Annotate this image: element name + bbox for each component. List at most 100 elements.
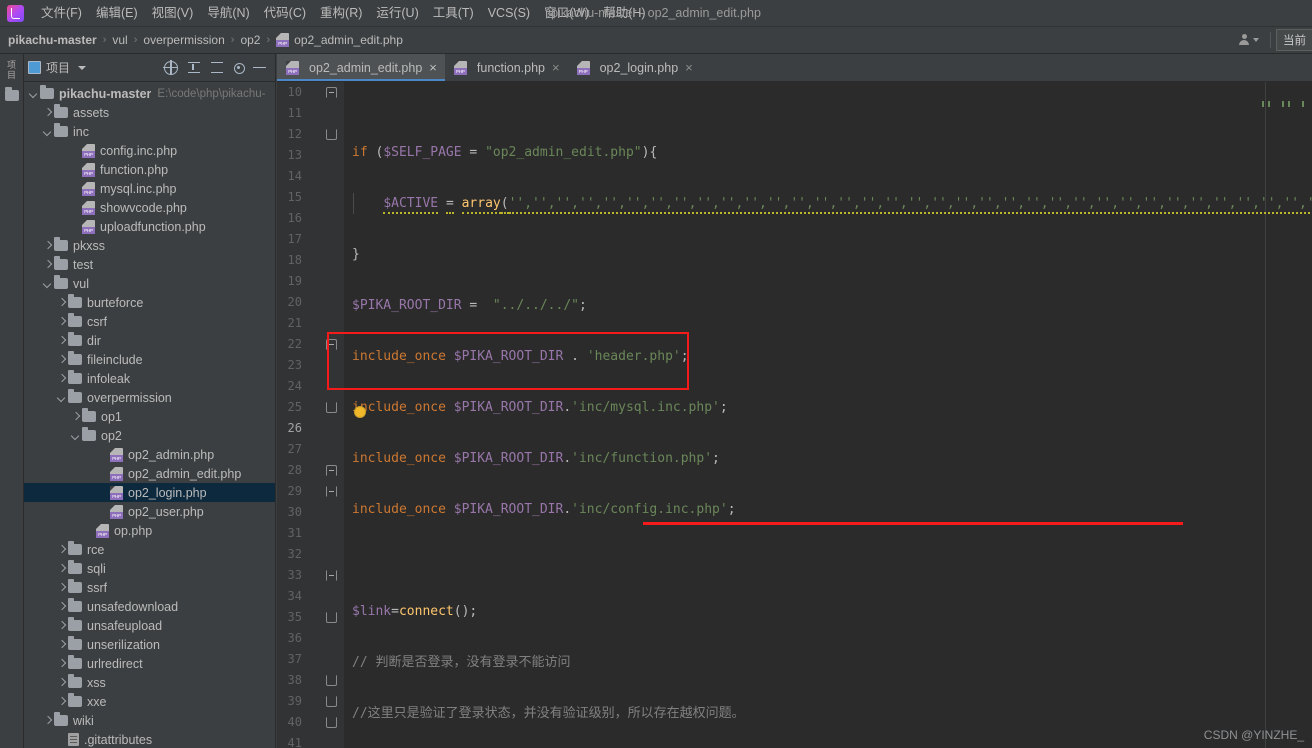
- tree-node[interactable]: config.inc.php: [24, 141, 275, 160]
- menu-edit[interactable]: 编辑(E): [89, 2, 145, 24]
- tree-node[interactable]: uploadfunction.php: [24, 217, 275, 236]
- menu-view[interactable]: 视图(V): [145, 2, 201, 24]
- tree-node[interactable]: unsafedownload: [24, 597, 275, 616]
- chevron-right-icon[interactable]: [56, 354, 67, 365]
- code-text[interactable]: if ($SELF_PAGE = "op2_admin_edit.php"){ …: [344, 82, 1312, 748]
- chevron-right-icon[interactable]: [56, 620, 67, 631]
- tree-node[interactable]: vul: [24, 274, 275, 293]
- collapse-all-icon[interactable]: [210, 61, 224, 75]
- expand-all-icon[interactable]: [187, 61, 201, 75]
- tree-node[interactable]: sqli: [24, 559, 275, 578]
- breadcrumb-item-project[interactable]: pikachu-master: [0, 31, 101, 49]
- tree-node[interactable]: op2_login.php: [24, 483, 275, 502]
- editor-tab[interactable]: function.php ×: [445, 54, 568, 81]
- menu-tools[interactable]: 工具(T): [426, 2, 481, 24]
- menu-run[interactable]: 运行(U): [369, 2, 425, 24]
- tree-node[interactable]: showvcode.php: [24, 198, 275, 217]
- menu-navigate[interactable]: 导航(N): [200, 2, 256, 24]
- breadcrumb-item-file[interactable]: op2_admin_edit.php: [272, 31, 407, 49]
- chevron-right-icon[interactable]: [42, 259, 53, 270]
- chevron-right-icon[interactable]: [56, 601, 67, 612]
- user-menu-button[interactable]: [1232, 32, 1265, 48]
- chevron-right-icon[interactable]: [56, 639, 67, 650]
- chevron-right-icon[interactable]: [42, 240, 53, 251]
- tool-window-button-project[interactable]: 项目: [5, 60, 18, 80]
- tree-node[interactable]: unsafeupload: [24, 616, 275, 635]
- chevron-right-icon[interactable]: [56, 544, 67, 555]
- tree-node[interactable]: function.php: [24, 160, 275, 179]
- fold-marker[interactable]: [325, 397, 338, 418]
- menu-help[interactable]: 帮助(H): [596, 2, 652, 24]
- tree-node[interactable]: pikachu-master E:\code\php\pikachu-: [24, 84, 275, 103]
- chevron-right-icon[interactable]: [56, 335, 67, 346]
- chevron-right-icon[interactable]: [56, 677, 67, 688]
- tree-node[interactable]: op.php: [24, 521, 275, 540]
- chevron-right-icon[interactable]: [56, 373, 67, 384]
- tree-node[interactable]: infoleak: [24, 369, 275, 388]
- minimize-icon[interactable]: [253, 61, 267, 75]
- chevron-right-icon[interactable]: [56, 582, 67, 593]
- tree-node[interactable]: xxe: [24, 692, 275, 711]
- menu-vcs[interactable]: VCS(S): [481, 2, 537, 24]
- fold-marker[interactable]: [325, 607, 338, 628]
- tree-node[interactable]: .gitattributes: [24, 730, 275, 748]
- fold-marker[interactable]: [325, 691, 338, 712]
- tree-node[interactable]: dir: [24, 331, 275, 350]
- tree-node[interactable]: op2_admin.php: [24, 445, 275, 464]
- chevron-right-icon[interactable]: [70, 411, 81, 422]
- tree-node[interactable]: fileinclude: [24, 350, 275, 369]
- chevron-down-icon[interactable]: [42, 278, 53, 289]
- locate-target-icon[interactable]: [163, 59, 178, 75]
- fold-marker[interactable]: [325, 565, 338, 586]
- menu-file[interactable]: 文件(F): [34, 2, 89, 24]
- breadcrumb-item-op2[interactable]: op2: [236, 31, 264, 49]
- tree-node[interactable]: rce: [24, 540, 275, 559]
- tree-node[interactable]: overpermission: [24, 388, 275, 407]
- gear-icon[interactable]: [234, 63, 245, 74]
- tree-node[interactable]: ssrf: [24, 578, 275, 597]
- tree-node[interactable]: burteforce: [24, 293, 275, 312]
- run-configuration-selector[interactable]: 当前: [1276, 29, 1312, 51]
- editor-tab[interactable]: op2_login.php ×: [568, 54, 701, 81]
- tree-node[interactable]: assets: [24, 103, 275, 122]
- chevron-right-icon[interactable]: [56, 316, 67, 327]
- chevron-right-icon[interactable]: [56, 658, 67, 669]
- project-tree[interactable]: pikachu-master E:\code\php\pikachu-assets…: [24, 82, 275, 748]
- fold-marker[interactable]: [325, 712, 338, 733]
- close-icon[interactable]: ×: [550, 61, 560, 74]
- tree-node[interactable]: unserilization: [24, 635, 275, 654]
- close-icon[interactable]: ×: [427, 61, 437, 74]
- breadcrumb-item-overpermission[interactable]: overpermission: [139, 31, 228, 49]
- menu-refactor[interactable]: 重构(R): [313, 2, 369, 24]
- chevron-down-icon[interactable]: [70, 430, 81, 441]
- fold-marker[interactable]: [325, 334, 338, 355]
- intention-bulb-icon[interactable]: [355, 407, 365, 417]
- fold-marker[interactable]: [325, 481, 338, 502]
- chevron-down-icon[interactable]: [78, 65, 87, 70]
- tree-node[interactable]: op2_user.php: [24, 502, 275, 521]
- fold-marker[interactable]: [325, 460, 338, 481]
- tree-node[interactable]: wiki: [24, 711, 275, 730]
- tree-node[interactable]: urlredirect: [24, 654, 275, 673]
- fold-marker[interactable]: [325, 124, 338, 145]
- close-icon[interactable]: ×: [683, 61, 693, 74]
- tree-node[interactable]: op2: [24, 426, 275, 445]
- menu-window[interactable]: 窗口(W): [537, 2, 596, 24]
- chevron-right-icon[interactable]: [56, 297, 67, 308]
- tree-node[interactable]: xss: [24, 673, 275, 692]
- tree-node[interactable]: mysql.inc.php: [24, 179, 275, 198]
- tree-node[interactable]: op1: [24, 407, 275, 426]
- fold-marker[interactable]: [325, 82, 338, 103]
- chevron-down-icon[interactable]: [56, 392, 67, 403]
- editor-tab[interactable]: op2_admin_edit.php ×: [277, 54, 445, 81]
- folder-icon[interactable]: [4, 87, 19, 101]
- tree-node[interactable]: pkxss: [24, 236, 275, 255]
- menu-code[interactable]: 代码(C): [257, 2, 313, 24]
- tree-node[interactable]: csrf: [24, 312, 275, 331]
- chevron-down-icon[interactable]: [28, 88, 39, 99]
- breadcrumb-item-vul[interactable]: vul: [108, 31, 131, 49]
- tree-node[interactable]: op2_admin_edit.php: [24, 464, 275, 483]
- chevron-right-icon[interactable]: [56, 563, 67, 574]
- code-editor[interactable]: 10 11 12 13 14 15 16 17 18 19 20 21 22 23 24 25 26 27 28 29…: [277, 82, 1312, 748]
- chevron-right-icon[interactable]: [42, 107, 53, 118]
